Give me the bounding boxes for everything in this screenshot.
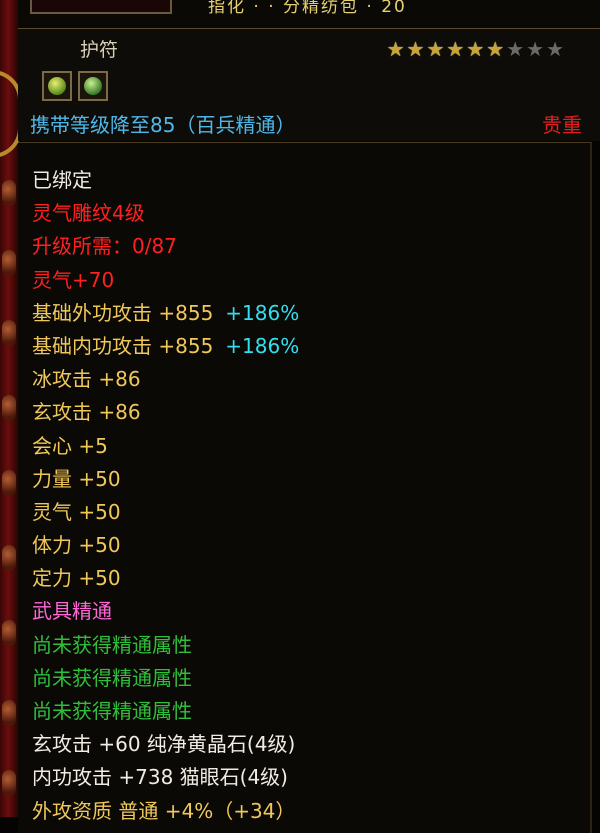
gem-icon [2,545,16,571]
attribute-text: 玄攻击 +60 纯净黄晶石(4级) [32,732,296,757]
attribute-line: 力量 +50 [32,466,299,499]
attribute-text: 已绑定 [32,168,92,192]
star-empty-icon: ★ [506,37,525,61]
star-filled-icon: ★ [466,37,485,61]
attribute-text: 内功攻击 +738 猫眼石(4级) [32,765,288,790]
attribute-line: 玄攻击 +86 [32,399,299,432]
attribute-text: 尚未获得精通属性 [32,699,192,723]
attribute-line: 内功攻击 +738 猫眼石(4级) [32,764,299,797]
attribute-text: 玄攻击 +86 [32,400,141,425]
attribute-text: 灵气雕纹4级 [32,201,145,226]
attribute-text: 力量 +50 [32,466,121,491]
attribute-text: 灵气+70 [32,267,115,292]
gem-icon [2,700,16,726]
attribute-text: 定力 +50 [32,566,121,591]
attribute-line: 尚未获得精通属性 [32,632,299,665]
gem-icon [2,320,16,346]
tooltip-header: 护符 ★ ★ ★ ★ ★ ★ ★ ★ ★ 携带等级降至85（百兵精通） 贵重 [18,29,600,141]
clipped-text: 指化 · · 分精纺包 · 20 [208,0,407,17]
background-strip [0,0,22,817]
attribute-text: 灵气 +50 [32,499,121,524]
attribute-line: 已绑定 [32,167,299,200]
attribute-line: 基础内功攻击 +855 +186% [32,333,299,366]
star-filled-icon: ★ [426,37,445,61]
attribute-text: 升级所需：0/87 [32,234,177,259]
attribute-line: 基础外功攻击 +855 +186% [32,300,299,333]
socket-icons [42,71,108,101]
gem-icon [2,620,16,646]
item-slot[interactable] [30,0,172,14]
item-frame-top: 指化 · · 分精纺包 · 20 [18,0,600,29]
attribute-line: 冰攻击 +86 [32,366,299,399]
level-requirement: 携带等级降至85（百兵精通） [30,113,296,137]
attribute-line: 外攻资质 普通 +4%（+34） [32,798,299,831]
star-empty-icon: ★ [546,37,564,61]
star-empty-icon: ★ [526,37,545,61]
attribute-text: 武具精通 [32,599,112,624]
attribute-line: 灵气+70 [32,267,299,300]
attribute-text: 基础外功攻击 +855 [32,300,214,325]
attribute-line: 玄攻击 +60 纯净黄晶石(4级) [32,731,299,764]
attribute-line: 定力 +50 [32,565,299,598]
attribute-text: 冰攻击 +86 [32,367,141,392]
attribute-text: 尚未获得精通属性 [32,632,192,657]
attribute-line: 灵气雕纹4级 [32,200,299,233]
gem-icon [2,395,16,421]
attribute-text: 尚未获得精通属性 [32,665,192,690]
gem-icon [2,470,16,496]
star-filled-icon: ★ [406,37,425,61]
attribute-text: 外攻资质 普通 +4%（+34） [32,798,296,823]
attribute-line: 尚未获得精通属性 [32,665,299,698]
star-rating: ★ ★ ★ ★ ★ ★ ★ ★ ★ [387,39,564,59]
attribute-line: 体力 +50 [32,532,299,565]
gem-icon [2,180,16,206]
attribute-line: 会心 +5 [32,433,299,466]
attribute-text: 基础内功攻击 +855 [32,333,214,358]
socket-gem-icon [42,71,72,101]
star-filled-icon: ★ [486,37,505,61]
attribute-line: 灵气 +50 [32,499,299,532]
attribute-list: 已绑定 灵气雕纹4级 升级所需：0/87 灵气+70 基础外功攻击 +855 +186% 基… [32,167,299,831]
attribute-line: 武具精通 [32,598,299,631]
star-filled-icon: ★ [386,37,405,61]
attribute-bonus: +186% [225,300,300,325]
gem-icon [2,770,16,796]
attribute-line: 尚未获得精通属性 [32,698,299,731]
rarity-label: 贵重 [542,113,582,137]
attribute-bonus: +186% [225,333,300,358]
socket-gem-icon [78,71,108,101]
star-filled-icon: ★ [446,37,465,61]
attribute-line: 升级所需：0/87 [32,233,299,266]
attribute-text: 会心 +5 [32,433,108,458]
item-name: 护符 [80,39,119,61]
tooltip-body: 已绑定 灵气雕纹4级 升级所需：0/87 灵气+70 基础外功攻击 +855 +186% 基… [18,142,592,833]
gem-icon [2,250,16,276]
attribute-text: 体力 +50 [32,533,121,558]
